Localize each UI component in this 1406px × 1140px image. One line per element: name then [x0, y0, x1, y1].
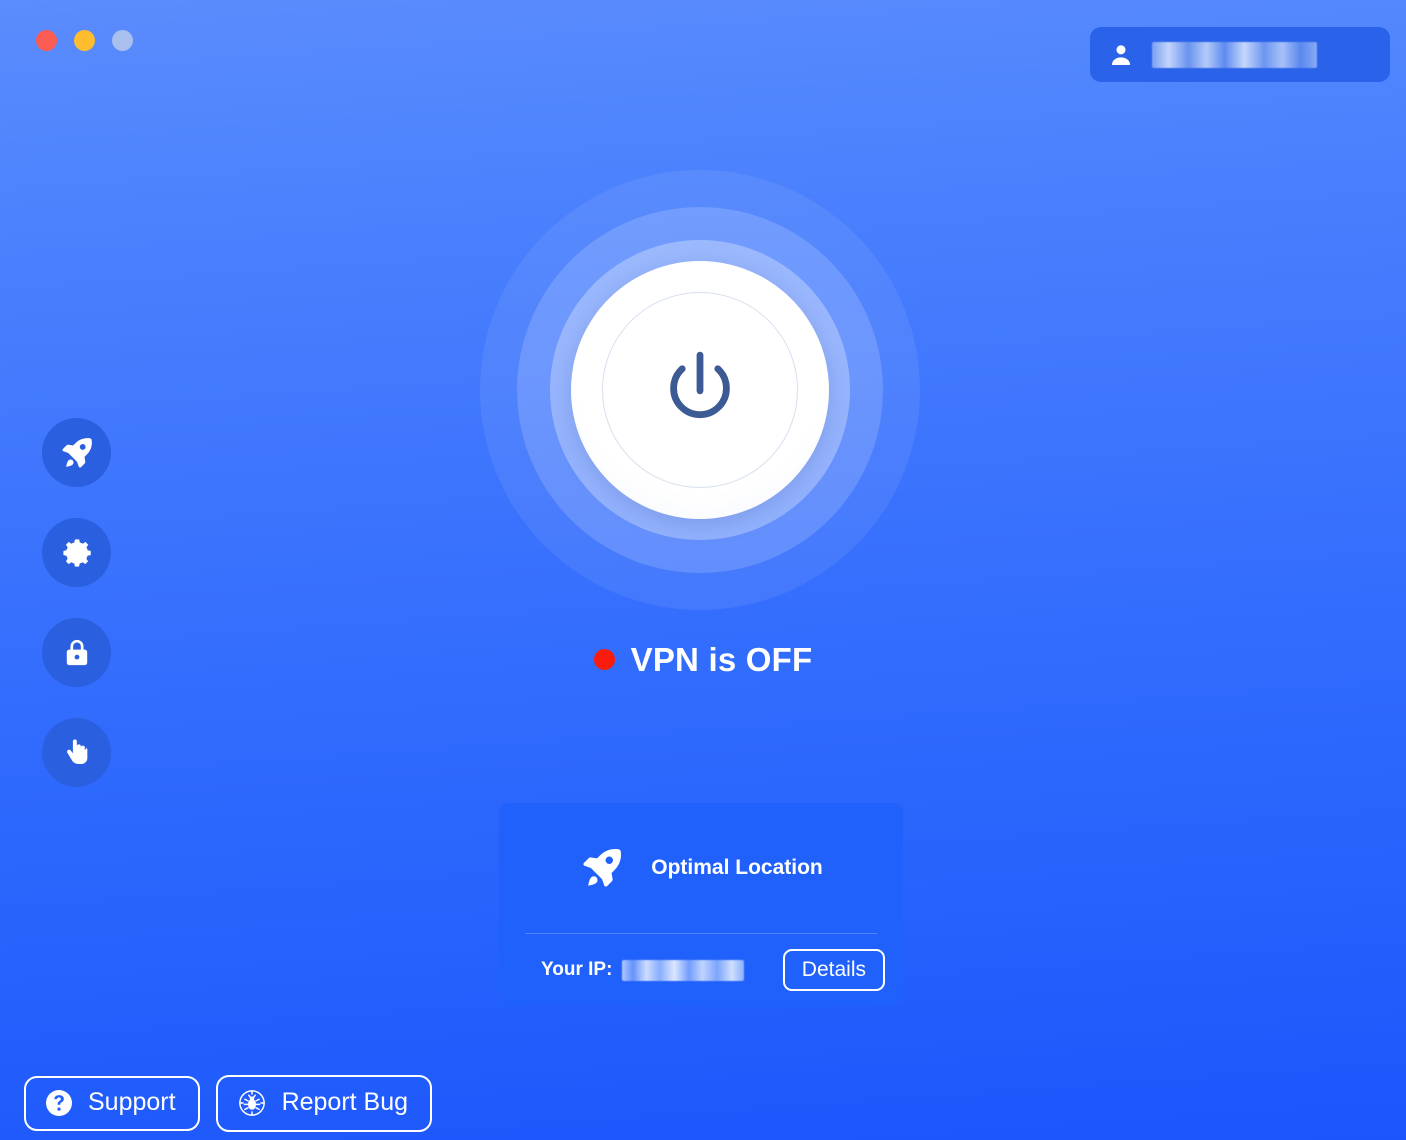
- location-card: Optimal Location Your IP: Details: [499, 803, 903, 1006]
- minimize-window-button[interactable]: [74, 30, 95, 51]
- support-label: Support: [88, 1088, 176, 1117]
- rocket-icon: [61, 437, 92, 468]
- sidebar: [42, 418, 111, 787]
- close-window-button[interactable]: [36, 30, 57, 51]
- ip-value: [622, 959, 745, 981]
- vpn-power-toggle-button[interactable]: [571, 261, 829, 519]
- footer-bar: Support Report Bug: [24, 1075, 433, 1132]
- report-bug-button[interactable]: Report Bug: [215, 1075, 433, 1132]
- power-button-area: [480, 170, 920, 610]
- support-button[interactable]: Support: [24, 1076, 200, 1131]
- account-username: [1152, 41, 1317, 68]
- location-label: Optimal Location: [651, 856, 823, 879]
- sidebar-item-locations[interactable]: [42, 418, 111, 487]
- person-icon: [1111, 44, 1131, 65]
- status-indicator-dot: [593, 649, 615, 670]
- zoom-window-button[interactable]: [112, 30, 133, 51]
- bug-icon: [238, 1090, 265, 1116]
- ip-row: Your IP: Details: [499, 934, 903, 1006]
- vpn-status: VPN is OFF: [0, 643, 1406, 676]
- ip-label: Your IP:: [541, 959, 613, 980]
- details-button[interactable]: Details: [782, 948, 885, 992]
- rocket-icon: [583, 848, 622, 887]
- status-text: VPN is OFF: [630, 641, 813, 678]
- sidebar-item-block[interactable]: [42, 718, 111, 787]
- report-bug-label: Report Bug: [281, 1088, 409, 1117]
- sidebar-item-settings[interactable]: [42, 518, 111, 587]
- account-button[interactable]: [1090, 27, 1390, 82]
- optimal-location-row[interactable]: Optimal Location: [499, 803, 903, 933]
- hand-icon: [66, 739, 87, 764]
- question-circle-icon: [46, 1090, 72, 1116]
- window-traffic-lights: [36, 30, 133, 51]
- gear-icon: [62, 538, 91, 567]
- power-icon: [670, 351, 730, 419]
